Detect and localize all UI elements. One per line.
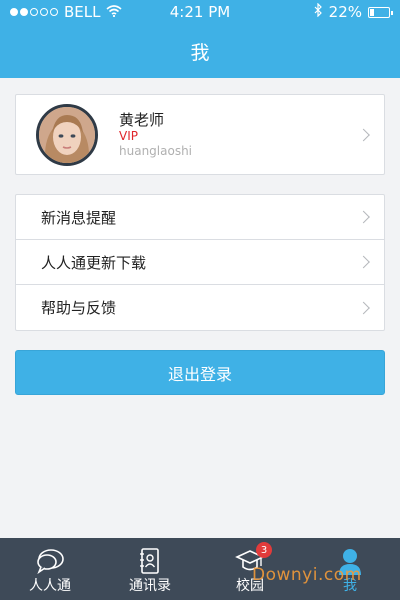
status-right: 22% (314, 2, 393, 21)
status-left: BELL (10, 3, 123, 21)
bluetooth-icon (314, 2, 323, 21)
tab-label: 人人通 (29, 578, 71, 594)
menu-item-label: 人人通更新下载 (41, 253, 147, 272)
carrier-label: BELL (64, 3, 101, 21)
navigation-bar: 我 (0, 24, 400, 78)
battery-icon (368, 6, 393, 18)
settings-menu: 新消息提醒 人人通更新下载 帮助与反馈 (15, 194, 385, 331)
chevron-right-icon (357, 128, 370, 141)
profile-card[interactable]: 黄老师 VIP huanglaoshi (15, 94, 385, 175)
status-bar: BELL 4:21 PM 22% (0, 0, 400, 24)
menu-item-help-feedback[interactable]: 帮助与反馈 (16, 285, 384, 330)
tab-renrentong[interactable]: 人人通 (0, 538, 100, 600)
page-title: 我 (190, 41, 210, 64)
chevron-right-icon (357, 210, 370, 224)
app-screen: BELL 4:21 PM 22% 我 黄老师 VIP huanglaoshi 新… (0, 0, 400, 600)
profile-info: 黄老师 VIP huanglaoshi (119, 111, 192, 159)
contacts-book-icon (135, 546, 165, 576)
signal-strength-icon (10, 8, 58, 16)
menu-item-new-message-alert[interactable]: 新消息提醒 (16, 195, 384, 240)
tab-contacts[interactable]: 通讯录 (100, 538, 200, 600)
avatar (36, 103, 98, 166)
menu-item-update-download[interactable]: 人人通更新下载 (16, 240, 384, 285)
profile-username: huanglaoshi (119, 143, 193, 158)
logout-button[interactable]: 退出登录 (15, 350, 385, 395)
notification-badge: 3 (256, 542, 272, 558)
tab-label: 通讯录 (129, 578, 171, 594)
chevron-right-icon (357, 301, 370, 314)
chat-bubble-icon (35, 546, 65, 576)
profile-name: 黄老师 (119, 110, 165, 129)
chevron-right-icon (357, 255, 370, 269)
menu-item-label: 新消息提醒 (41, 208, 117, 227)
watermark: Downyi.com (252, 565, 362, 585)
menu-item-label: 帮助与反馈 (41, 299, 117, 317)
battery-percent: 22% (328, 3, 362, 21)
battery-level (370, 8, 374, 16)
vip-badge: VIP (119, 128, 138, 143)
wifi-icon (106, 3, 123, 21)
